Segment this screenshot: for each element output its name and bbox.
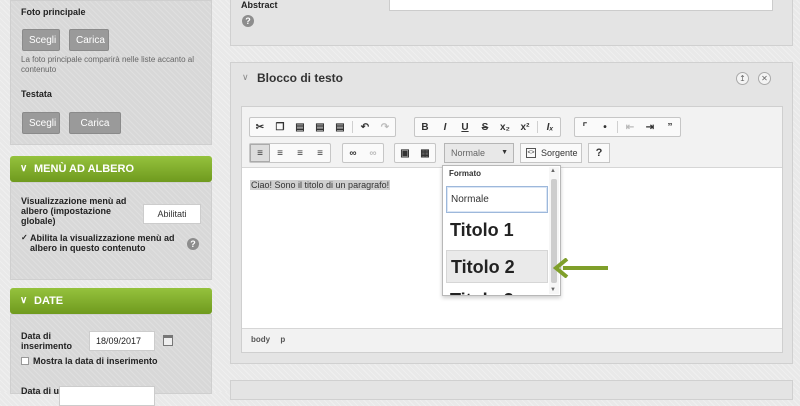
- chevron-down-icon[interactable]: ∨: [242, 72, 249, 83]
- align-left-icon[interactable]: ≡: [250, 144, 270, 162]
- data-ultima-input[interactable]: [59, 386, 155, 406]
- link-icon[interactable]: ∞: [343, 144, 363, 162]
- chevron-down-icon: ▼: [501, 149, 508, 156]
- testata-scegli-button[interactable]: Scegli: [22, 112, 60, 134]
- unlink-icon[interactable]: ∞: [363, 144, 383, 162]
- calendar-icon[interactable]: [163, 335, 173, 346]
- checkbox-mark[interactable]: ✓: [21, 233, 28, 242]
- images-panel: Foto principale Scegli Carica La foto pr…: [10, 0, 212, 145]
- outdent-icon[interactable]: ⇤: [620, 118, 640, 136]
- format-dropdown: Formato Normale Titolo 1 Titolo 2 Titolo…: [442, 165, 561, 296]
- paste-icon[interactable]: ▤: [290, 118, 310, 136]
- abstract-label: Abstract: [241, 0, 278, 10]
- editor-help-button[interactable]: ?: [588, 143, 610, 163]
- bulleted-list-icon[interactable]: •: [595, 118, 615, 136]
- abstract-card: Abstract ?: [230, 0, 793, 46]
- subscript-icon[interactable]: x₂: [495, 118, 515, 136]
- abilitati-button[interactable]: Abilitati: [143, 204, 201, 224]
- foto-principale-label: Foto principale: [21, 7, 86, 17]
- align-center-icon[interactable]: ≡: [270, 144, 290, 162]
- editor-toolbar: ✂ ❐ ▤ ▤ ▤ ↶ ↷ B I U S x₂ x² Iₓ ⌜ • ⇤ ⇥ ”: [242, 107, 782, 168]
- format-option-titolo-3[interactable]: Titolo 3: [446, 284, 548, 295]
- testata-carica-button[interactable]: Carica: [69, 112, 121, 134]
- data-inserimento-input[interactable]: 18/09/2017: [89, 331, 155, 351]
- source-icon: <>: [526, 148, 536, 158]
- italic-icon[interactable]: I: [435, 118, 455, 136]
- align-right-icon[interactable]: ≡: [290, 144, 310, 162]
- paste-word-icon[interactable]: ▤: [330, 118, 350, 136]
- dropdown-header: Formato: [449, 169, 481, 178]
- menu-albero-title: MENÙ AD ALBERO: [34, 163, 135, 175]
- abilita-menu-checkbox-label: Abilita la visualizzazione menù ad alber…: [30, 233, 175, 253]
- date-title: DATE: [34, 295, 64, 307]
- clipboard-group: ✂ ❐ ▤ ▤ ▤ ↶ ↷: [249, 117, 396, 137]
- abstract-textarea[interactable]: [389, 0, 773, 11]
- date-header[interactable]: ∨ DATE: [10, 288, 212, 314]
- image-icon[interactable]: ▣: [395, 144, 415, 162]
- sidebar: Foto principale Scegli Carica La foto pr…: [0, 0, 222, 406]
- format-select[interactable]: Normale ▼: [444, 143, 514, 163]
- underline-icon[interactable]: U: [455, 118, 475, 136]
- editor-content-text[interactable]: Ciao! Sono il titolo di un paragrafo!: [250, 180, 391, 190]
- separator: [537, 121, 538, 133]
- chevron-down-icon: ∨: [20, 163, 28, 174]
- foto-scegli-button[interactable]: Scegli: [22, 29, 60, 51]
- menu-albero-panel: Visualizzazione menù ad albero (impostaz…: [10, 182, 212, 280]
- align-group: ≡ ≡ ≡ ≡: [249, 143, 331, 163]
- separator: [617, 121, 618, 133]
- indent-icon[interactable]: ⇥: [640, 118, 660, 136]
- cut-icon[interactable]: ✂: [250, 118, 270, 136]
- source-button[interactable]: <> Sorgente: [520, 143, 582, 163]
- date-panel: Data di inserimento 18/09/2017 Mostra la…: [10, 314, 212, 406]
- blockquote-icon[interactable]: ”: [660, 118, 680, 136]
- paste-text-icon[interactable]: ▤: [310, 118, 330, 136]
- remove-format-icon[interactable]: Iₓ: [540, 118, 560, 136]
- data-inserimento-label: Data di inserimento: [21, 331, 73, 351]
- format-group: B I U S x₂ x² Iₓ: [414, 117, 561, 137]
- superscript-icon[interactable]: x²: [515, 118, 535, 136]
- bold-icon[interactable]: B: [415, 118, 435, 136]
- strikethrough-icon[interactable]: S: [475, 118, 495, 136]
- format-option-titolo-1[interactable]: Titolo 1: [446, 214, 548, 247]
- separator: [352, 121, 353, 133]
- copy-icon[interactable]: ❐: [270, 118, 290, 136]
- source-button-label: Sorgente: [541, 148, 578, 158]
- block-title: Blocco di testo: [257, 71, 344, 85]
- format-option-titolo-2[interactable]: Titolo 2: [446, 250, 548, 283]
- next-card: [230, 380, 793, 400]
- path-p[interactable]: p: [280, 335, 285, 344]
- insert-group: ▣ ▦: [394, 143, 436, 163]
- visualizzazione-label: Visualizzazione menù ad albero (impostaz…: [21, 196, 127, 226]
- pointer-arrow-icon: [553, 258, 608, 278]
- help-icon[interactable]: ?: [242, 15, 254, 27]
- mostra-data-label: Mostra la data di inserimento: [33, 356, 158, 366]
- redo-icon[interactable]: ↷: [375, 118, 395, 136]
- table-icon[interactable]: ▦: [415, 144, 435, 162]
- scroll-down-icon[interactable]: ▼: [550, 287, 556, 293]
- align-justify-icon[interactable]: ≡: [310, 144, 330, 162]
- move-top-icon[interactable]: ↥: [736, 72, 749, 85]
- chevron-down-icon: ∨: [20, 295, 28, 306]
- close-icon[interactable]: ✕: [758, 72, 771, 85]
- format-select-value: Normale: [451, 148, 486, 158]
- format-option-normale[interactable]: Normale: [446, 186, 548, 213]
- numbered-list-icon[interactable]: ⌜: [575, 118, 595, 136]
- path-body[interactable]: body: [251, 335, 270, 344]
- scroll-up-icon[interactable]: ▲: [550, 168, 556, 174]
- help-icon[interactable]: ?: [187, 238, 199, 250]
- menu-albero-header[interactable]: ∨ MENÙ AD ALBERO: [10, 156, 212, 182]
- foto-help-text: La foto principale comparirà nelle liste…: [21, 55, 194, 74]
- testata-label: Testata: [21, 89, 52, 99]
- foto-carica-button[interactable]: Carica: [69, 29, 109, 51]
- editor-status-bar: body p: [242, 328, 782, 352]
- mostra-data-checkbox[interactable]: [21, 357, 29, 365]
- list-group: ⌜ • ⇤ ⇥ ”: [574, 117, 681, 137]
- link-group: ∞ ∞: [342, 143, 384, 163]
- undo-icon[interactable]: ↶: [355, 118, 375, 136]
